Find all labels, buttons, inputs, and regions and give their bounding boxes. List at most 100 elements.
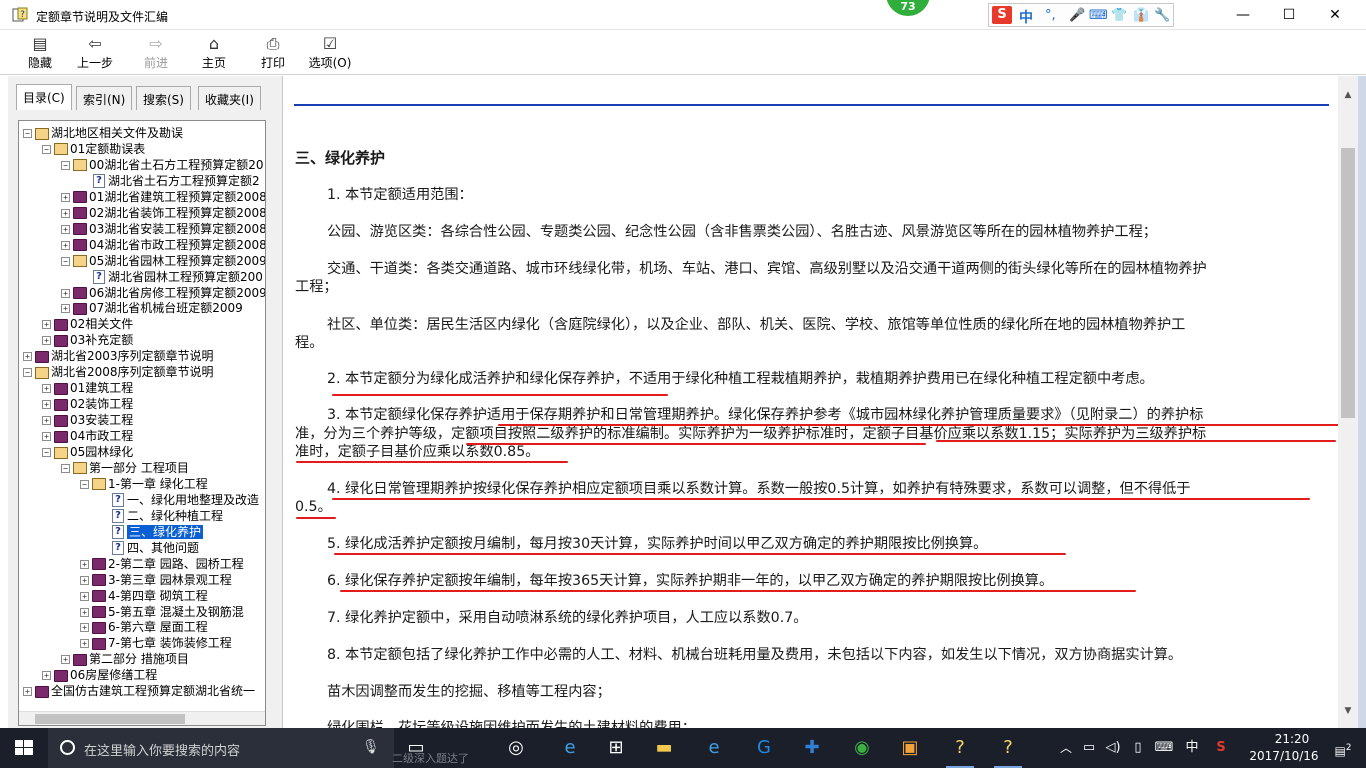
expand-icon[interactable]: + [80,559,89,569]
expand-icon[interactable]: + [42,384,51,394]
microphone-icon[interactable]: 🎤 [1069,8,1085,23]
scroll-up-arrow-icon[interactable]: ▲ [1338,90,1358,108]
minimize-button[interactable]: — [1220,0,1266,30]
tree-node[interactable]: − 湖北地区相关文件及勘误 [23,125,183,141]
tree-node[interactable]: ? 湖北省土石方工程预算定额2 [80,173,260,189]
maximize-button[interactable]: ☐ [1266,0,1312,30]
tree-node[interactable]: +03补充定额 [42,332,133,348]
expand-icon[interactable]: + [42,320,51,330]
tree-node[interactable]: + 全国仿古建筑工程预算定额湖北省统一 [23,683,255,699]
tree-node[interactable]: +03安装工程 [42,412,133,428]
tree-node[interactable]: +02装饰工程 [42,396,133,412]
ie-icon[interactable]: e [694,732,734,764]
hide-button[interactable]: ▤ 隐藏 [16,34,64,72]
expand-icon[interactable]: + [42,432,51,442]
tree-node[interactable]: +02湖北省装饰工程预算定额2008 [61,205,265,221]
edge-icon[interactable]: e [550,732,590,764]
tab-contents[interactable]: 目录(C) [16,84,72,110]
sogou-tray-icon[interactable]: S [1208,732,1234,764]
close-button[interactable]: ✕ [1312,0,1358,30]
expand-icon[interactable]: + [61,192,70,202]
toolbox-icon[interactable]: 👔 [1133,8,1149,23]
360-icon[interactable]: ◉ [842,732,882,764]
scroll-down-arrow-icon[interactable]: ▼ [1338,706,1358,724]
expand-icon[interactable]: + [23,687,32,697]
expand-icon[interactable]: + [80,639,89,649]
expand-icon[interactable]: + [42,336,51,346]
remote-icon[interactable]: ✚ [792,732,832,764]
print-button[interactable]: ⎙ 打印 [249,34,297,72]
expand-icon[interactable]: + [80,607,89,617]
windows-start-icon[interactable] [0,728,48,768]
tree-node[interactable]: − 湖北省2008序列定额章节说明 [23,364,214,380]
forward-button[interactable]: ⇨ 前进 [132,34,180,72]
tree-node[interactable]: − 05湖北省园林工程预算定额2009 [61,253,265,269]
tree-node[interactable]: +2-第二章 园路、园桥工程 [80,556,244,572]
tree-node[interactable]: ? 一、绿化用地整理及改造 [99,492,259,508]
collapse-icon[interactable]: − [23,129,32,138]
tab-search[interactable]: 搜索(S) [136,86,191,110]
tree-node[interactable]: +06湖北省房修工程预算定额2009 [61,285,265,301]
scrollbar-thumb[interactable] [1341,148,1355,418]
ime-lang-toggle[interactable]: 中 [1019,7,1033,27]
tree-node[interactable]: +7-第七章 装饰装修工程 [80,635,232,651]
tree-node[interactable]: ? 二、绿化种植工程 [99,508,223,524]
tree-node[interactable]: +07湖北省机械台班定额2009 [61,300,243,316]
expand-icon[interactable]: + [23,352,32,362]
tab-index[interactable]: 索引(N) [76,86,133,110]
skin-icon[interactable]: 👕 [1111,8,1127,23]
ime-lang-indicator[interactable]: 中 [1180,732,1204,764]
expand-icon[interactable]: + [61,208,70,218]
tree-node[interactable]: +06房屋修缮工程 [42,667,157,683]
contents-tree[interactable]: − 湖北地区相关文件及勘误 −01定额勘误表 −00湖北省土石方工程预算定额20? 湖北… [18,120,266,726]
notes-icon[interactable]: ▣ [890,732,930,764]
expand-icon[interactable]: + [80,575,89,585]
punctuation-icon[interactable]: °, [1045,8,1056,23]
tree-node[interactable]: ? 三、绿化养护 [99,524,204,540]
volume-icon[interactable]: ◁) [1102,732,1124,764]
tree-node[interactable]: − 第一部分 工程项目 [61,460,189,476]
chm-help-icon[interactable]: ? [940,732,980,768]
tree-node[interactable]: +03湖北省安装工程预算定额2008 [61,221,265,237]
expand-icon[interactable]: + [61,288,70,298]
collapse-icon[interactable]: − [80,479,89,489]
tab-favorites[interactable]: 收藏夹(I) [198,86,261,110]
tree-node[interactable]: +6-第六章 屋面工程 [80,619,208,635]
task-view-icon[interactable]: ▭ [396,732,436,764]
show-hidden-icons-icon[interactable]: ︿ [1056,732,1076,764]
home-button[interactable]: ⌂ 主页 [190,34,238,72]
expand-icon[interactable]: + [42,416,51,426]
expand-icon[interactable]: + [61,655,70,665]
tree-node[interactable]: +04市政工程 [42,428,133,444]
tree-horizontal-scrollbar[interactable] [19,711,265,725]
tree-node[interactable]: +04湖北省市政工程预算定额2008 [61,237,265,253]
microphone-icon[interactable]: 🎙 [362,739,380,755]
wrench-icon[interactable]: 🔧 [1154,8,1170,23]
tree-node[interactable]: − 01定额勘误表 [42,141,145,157]
collapse-icon[interactable]: − [42,448,51,457]
back-button[interactable]: ⇦ 上一步 [71,34,119,72]
tree-node[interactable]: + 第二部分 措施项目 [61,651,189,667]
floating-badge[interactable]: 73 [886,0,930,16]
tree-node[interactable]: +02相关文件 [42,316,133,332]
tree-node[interactable]: +01建筑工程 [42,380,133,396]
options-button[interactable]: ☑ 选项(O) [306,34,354,72]
cortana-app-icon[interactable]: ◎ [496,732,536,764]
sogou-browser-icon[interactable]: G [744,732,784,764]
network-icon[interactable]: ▭ [1078,732,1100,764]
action-center-icon[interactable]: ▤2 [1326,732,1360,764]
sogou-logo-icon[interactable]: S [992,6,1012,24]
expand-icon[interactable]: + [61,304,70,314]
ime-toolbar[interactable]: S 中 °, 🎤 ⌨ 👕 👔 🔧 [988,3,1174,27]
collapse-icon[interactable]: − [23,368,32,378]
file-explorer-icon[interactable]: ▬ [644,732,684,764]
keyboard-icon[interactable]: ⌨ [1152,732,1176,764]
tree-node[interactable]: + 湖北省2003序列定额章节说明 [23,348,214,364]
expand-icon[interactable]: + [80,591,89,601]
tree-node[interactable]: − 05园林绿化 [42,444,133,460]
collapse-icon[interactable]: − [61,463,70,473]
collapse-icon[interactable]: − [61,160,70,170]
clock-date[interactable]: 2017/10/16 [1244,749,1324,763]
tree-node[interactable]: +4-第四章 砌筑工程 [80,588,208,604]
expand-icon[interactable]: + [80,623,89,633]
